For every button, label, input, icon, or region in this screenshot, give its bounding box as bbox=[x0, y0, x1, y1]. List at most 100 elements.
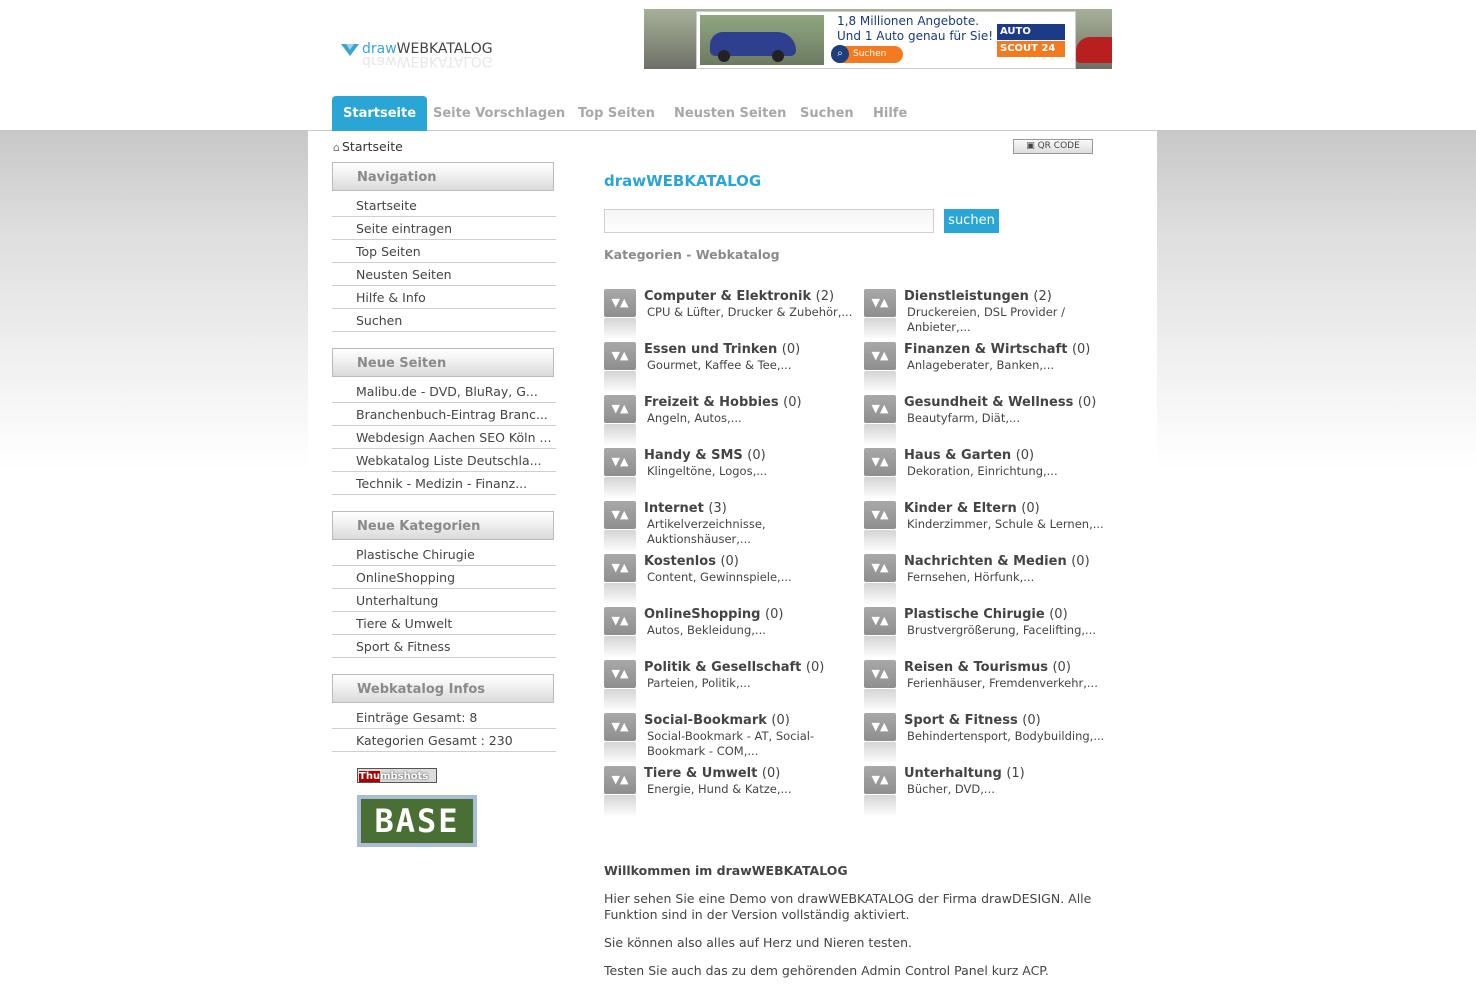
category-title[interactable]: Freizeit & Hobbies (0) bbox=[644, 395, 802, 410]
base-logo: BASE bbox=[361, 799, 473, 843]
category-title[interactable]: Essen und Trinken (0) bbox=[644, 342, 800, 357]
new-category-item[interactable]: Sport & Fitness bbox=[332, 636, 556, 658]
category-item[interactable]: ▼▲ Kinder & Eltern (0) Kinderzimmer, Sch… bbox=[864, 501, 1124, 554]
icon-reflection bbox=[604, 742, 636, 764]
icon-reflection bbox=[864, 742, 896, 764]
nav-item-neusten-seiten[interactable]: Neusten Seiten bbox=[332, 264, 556, 286]
category-title[interactable]: OnlineShopping (0) bbox=[644, 607, 783, 622]
category-item[interactable]: ▼▲ Freizeit & Hobbies (0) Angeln, Autos,… bbox=[604, 395, 864, 448]
icon-reflection bbox=[604, 689, 636, 711]
tab-top-seiten[interactable]: Top Seiten bbox=[578, 96, 655, 131]
banner-search-button[interactable]: ⌕ Suchen bbox=[831, 45, 903, 63]
category-item[interactable]: ▼▲ OnlineShopping (0) Autos, Bekleidung,… bbox=[604, 607, 864, 660]
category-subcategories: Artikelverzeichnisse, Auktionshäuser,... bbox=[647, 517, 766, 546]
category-title[interactable]: Dienstleistungen (2) bbox=[904, 289, 1052, 304]
category-title[interactable]: Unterhaltung (1) bbox=[904, 766, 1025, 781]
category-title[interactable]: Nachrichten & Medien (0) bbox=[904, 554, 1090, 569]
breadcrumb-startseite[interactable]: Startseite bbox=[342, 139, 403, 154]
category-arrows-icon: ▼▲ bbox=[604, 607, 636, 635]
category-subcategories: Content, Gewinnspiele,... bbox=[647, 570, 792, 584]
category-item[interactable]: ▼▲ Sport & Fitness (0) Behindertensport,… bbox=[864, 713, 1124, 766]
nav-item-seite-eintragen[interactable]: Seite eintragen bbox=[332, 218, 556, 240]
category-item[interactable]: ▼▲ Social-Bookmark (0) Social-Bookmark -… bbox=[604, 713, 864, 766]
new-site-item[interactable]: Webkatalog Liste Deutschla... bbox=[332, 450, 556, 472]
new-site-item[interactable]: Webdesign Aachen SEO Köln ... bbox=[332, 427, 556, 449]
nav-item-hilfe-info[interactable]: Hilfe & Info bbox=[332, 287, 556, 309]
logo-reflection: drawWEBKATALOG bbox=[362, 53, 493, 69]
category-title[interactable]: Computer & Elektronik (2) bbox=[644, 289, 834, 304]
category-item[interactable]: ▼▲ Kostenlos (0) Content, Gewinnspiele,.… bbox=[604, 554, 864, 607]
autoscout-logo: AUTO SCOUT 24 bbox=[997, 24, 1065, 58]
icon-reflection bbox=[864, 583, 896, 605]
info-categories-total: Kategorien Gesamt : 230 bbox=[332, 730, 556, 752]
category-item[interactable]: ▼▲ Politik & Gesellschaft (0) Parteien, … bbox=[604, 660, 864, 713]
category-title[interactable]: Plastische Chirugie (0) bbox=[904, 607, 1068, 622]
category-subcategories: CPU & Lüfter, Drucker & Zubehör,... bbox=[647, 305, 853, 319]
category-title[interactable]: Politik & Gesellschaft (0) bbox=[644, 660, 824, 675]
category-item[interactable]: ▼▲ Essen und Trinken (0) Gourmet, Kaffee… bbox=[604, 342, 864, 395]
category-title[interactable]: Haus & Garten (0) bbox=[904, 448, 1034, 463]
category-item[interactable]: ▼▲ Handy & SMS (0) Klingeltöne, Logos,..… bbox=[604, 448, 864, 501]
nav-item-top-seiten[interactable]: Top Seiten bbox=[332, 241, 556, 263]
new-category-item[interactable]: OnlineShopping bbox=[332, 567, 556, 589]
category-item[interactable]: ▼▲ Gesundheit & Wellness (0) Beautyfarm,… bbox=[864, 395, 1124, 448]
new-site-item[interactable]: Malibu.de - DVD, BluRay, G... bbox=[332, 381, 556, 403]
qr-code-button[interactable]: ▣ QR CODE bbox=[1013, 139, 1093, 154]
category-arrows-icon: ▼▲ bbox=[864, 554, 896, 582]
new-site-item[interactable]: Branchenbuch-Eintrag Branc... bbox=[332, 404, 556, 426]
category-item[interactable]: ▼▲ Reisen & Tourismus (0) Ferienhäuser, … bbox=[864, 660, 1124, 713]
category-subcategories: Brustvergrößerung, Facelifting,... bbox=[907, 623, 1097, 637]
icon-reflection bbox=[604, 318, 636, 340]
category-item[interactable]: ▼▲ Unterhaltung (1) Bücher, DVD,... bbox=[864, 766, 1124, 819]
category-item[interactable]: ▼▲ Internet (3) Artikelverzeichnisse, Au… bbox=[604, 501, 864, 554]
sidebar-neue-kategorien-title: Neue Kategorien bbox=[332, 511, 554, 540]
nav-item-startseite[interactable]: Startseite bbox=[332, 195, 556, 217]
category-title[interactable]: Sport & Fitness (0) bbox=[904, 713, 1041, 728]
sidebar-infos-title: Webkatalog Infos bbox=[332, 674, 554, 703]
category-title[interactable]: Internet (3) bbox=[644, 501, 727, 516]
category-arrows-icon: ▼▲ bbox=[864, 713, 896, 741]
home-icon: ⌂ bbox=[333, 141, 340, 154]
category-subcategories: Anlageberater, Banken,... bbox=[907, 358, 1055, 372]
autoscout-banner-ad[interactable]: 1,8 Millionen Angebote. Und 1 Auto genau… bbox=[644, 9, 1112, 69]
icon-reflection bbox=[604, 424, 636, 446]
category-title[interactable]: Finanzen & Wirtschaft (0) bbox=[904, 342, 1090, 357]
banner-car-image bbox=[700, 15, 824, 65]
category-subcategories: Druckereien, DSL Provider / Anbieter,... bbox=[907, 305, 1066, 334]
new-category-item[interactable]: Unterhaltung bbox=[332, 590, 556, 612]
category-title[interactable]: Social-Bookmark (0) bbox=[644, 713, 790, 728]
category-title[interactable]: Handy & SMS (0) bbox=[644, 448, 766, 463]
category-item[interactable]: ▼▲ Nachrichten & Medien (0) Fernsehen, H… bbox=[864, 554, 1124, 607]
category-arrows-icon: ▼▲ bbox=[864, 448, 896, 476]
thumbshots-badge[interactable]: Thumbshots bbox=[357, 768, 437, 783]
tab-startseite[interactable]: Startseite bbox=[332, 96, 428, 131]
category-item[interactable]: ▼▲ Finanzen & Wirtschaft (0) Anlageberat… bbox=[864, 342, 1124, 395]
category-title[interactable]: Kostenlos (0) bbox=[644, 554, 739, 569]
logo-triangle-icon bbox=[341, 44, 359, 56]
category-item[interactable]: ▼▲ Haus & Garten (0) Dekoration, Einrich… bbox=[864, 448, 1124, 501]
search-input[interactable] bbox=[604, 209, 934, 233]
new-category-item[interactable]: Tiere & Umwelt bbox=[332, 613, 556, 635]
tab-neusten-seiten[interactable]: Neusten Seiten bbox=[674, 96, 786, 131]
category-title[interactable]: Kinder & Eltern (0) bbox=[904, 501, 1040, 516]
category-title[interactable]: Tiere & Umwelt (0) bbox=[644, 766, 780, 781]
tab-hilfe[interactable]: Hilfe bbox=[873, 96, 907, 131]
welcome-heading: Willkommen im drawWEBKATALOG bbox=[604, 863, 848, 878]
category-item[interactable]: ▼▲ Tiere & Umwelt (0) Energie, Hund & Ka… bbox=[604, 766, 864, 819]
new-category-item[interactable]: Plastische Chirugie bbox=[332, 544, 556, 566]
banner-card: 1,8 Millionen Angebote. Und 1 Auto genau… bbox=[696, 11, 1076, 69]
category-item[interactable]: ▼▲ Plastische Chirugie (0) Brustvergröße… bbox=[864, 607, 1124, 660]
nav-item-suchen[interactable]: Suchen bbox=[332, 310, 556, 332]
search-button[interactable]: suchen bbox=[944, 209, 999, 233]
tab-suchen[interactable]: Suchen bbox=[800, 96, 854, 131]
tab-seite-vorschlagen[interactable]: Seite Vorschlagen bbox=[433, 96, 565, 131]
category-subcategories: Beautyfarm, Diät,... bbox=[907, 411, 1020, 425]
icon-reflection bbox=[864, 424, 896, 446]
base-badge[interactable]: BASE bbox=[357, 795, 477, 847]
category-title[interactable]: Reisen & Tourismus (0) bbox=[904, 660, 1071, 675]
category-arrows-icon: ▼▲ bbox=[604, 395, 636, 423]
category-item[interactable]: ▼▲ Computer & Elektronik (2) CPU & Lüfte… bbox=[604, 289, 864, 342]
new-site-item[interactable]: Technik - Medizin - Finanz... bbox=[332, 473, 556, 495]
category-title[interactable]: Gesundheit & Wellness (0) bbox=[904, 395, 1096, 410]
category-item[interactable]: ▼▲ Dienstleistungen (2) Druckereien, DSL… bbox=[864, 289, 1124, 342]
